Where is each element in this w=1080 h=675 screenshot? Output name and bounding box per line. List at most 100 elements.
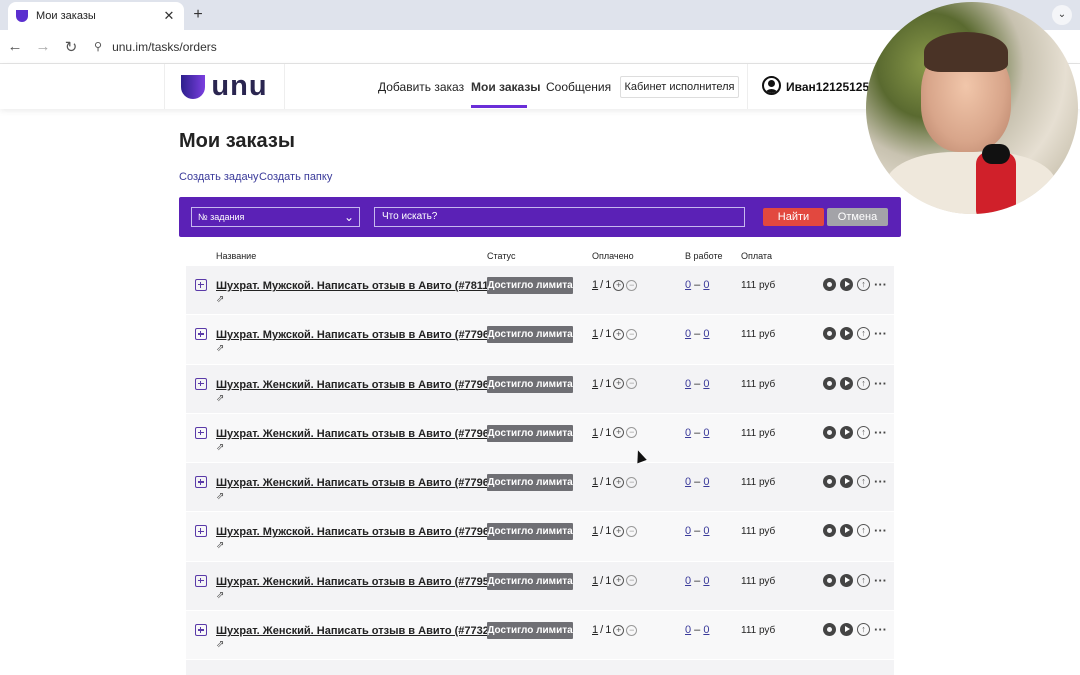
add-limit-icon[interactable]: + [613, 427, 625, 439]
settings-gear-icon[interactable] [823, 623, 836, 637]
in-work-start-link[interactable]: 0 [685, 378, 691, 390]
user-name[interactable]: Иван121251251 [786, 80, 876, 94]
add-limit-icon[interactable]: + [613, 575, 625, 587]
close-tab-icon[interactable]: ✕ [162, 8, 176, 24]
reduce-limit-icon[interactable]: − [626, 328, 638, 340]
play-icon[interactable] [840, 524, 853, 538]
order-name-link[interactable]: Шухрат. Мужской. Написать отзыв в Авито … [216, 329, 505, 341]
find-button[interactable]: Найти [763, 208, 824, 226]
in-work-end-link[interactable]: 0 [703, 525, 709, 537]
raise-up-icon[interactable]: ↑ [857, 278, 870, 291]
play-icon[interactable] [840, 623, 853, 637]
share-icon[interactable]: ⇗ [216, 393, 224, 404]
share-icon[interactable]: ⇗ [216, 491, 224, 502]
in-work-start-link[interactable]: 0 [685, 279, 691, 291]
paid-done-link[interactable]: 1 [592, 279, 598, 291]
more-options-icon[interactable]: ··· [874, 426, 888, 439]
user-avatar-icon[interactable] [762, 76, 781, 95]
paid-done-link[interactable]: 1 [592, 476, 598, 488]
expand-row-icon[interactable] [195, 426, 207, 439]
expand-row-icon[interactable] [195, 328, 207, 341]
raise-up-icon[interactable]: ↑ [857, 425, 870, 439]
play-icon[interactable] [840, 327, 853, 341]
nav-my-orders[interactable]: Мои заказы [471, 80, 541, 94]
more-options-icon[interactable]: ··· [874, 327, 888, 340]
settings-gear-icon[interactable] [823, 573, 836, 587]
order-name-link[interactable]: Шухрат. Мужской. Написать отзыв в Авито … [216, 526, 505, 538]
nav-add-order[interactable]: Добавить заказ [378, 80, 464, 94]
share-icon[interactable]: ⇗ [216, 294, 224, 305]
settings-gear-icon[interactable] [823, 278, 836, 291]
order-name-link[interactable]: Шухрат. Женский. Написать отзыв в Авито … [216, 477, 505, 489]
share-icon[interactable]: ⇗ [216, 590, 224, 601]
paid-done-link[interactable]: 1 [592, 378, 598, 390]
share-icon[interactable]: ⇗ [216, 540, 224, 551]
expand-row-icon[interactable] [195, 525, 207, 538]
settings-gear-icon[interactable] [823, 327, 836, 341]
order-name-link[interactable]: Шухрат. Женский. Написать отзыв в Авито … [216, 576, 505, 588]
reload-icon[interactable]: ↻ [58, 38, 84, 56]
play-icon[interactable] [840, 376, 853, 390]
forward-arrow-icon[interactable]: → [30, 38, 56, 55]
order-name-link[interactable]: Шухрат. Женский. Написать отзыв в Авито … [216, 625, 505, 637]
expand-row-icon[interactable] [195, 377, 207, 390]
order-name-link[interactable]: Шухрат. Женский. Написать отзыв в Авито … [216, 428, 505, 440]
in-work-start-link[interactable]: 0 [685, 525, 691, 537]
play-icon[interactable] [840, 475, 853, 489]
paid-done-link[interactable]: 1 [592, 525, 598, 537]
raise-up-icon[interactable]: ↑ [857, 376, 870, 390]
in-work-start-link[interactable]: 0 [685, 575, 691, 587]
paid-done-link[interactable]: 1 [592, 624, 598, 636]
paid-done-link[interactable]: 1 [592, 328, 598, 340]
more-options-icon[interactable]: ··· [874, 278, 888, 291]
add-limit-icon[interactable]: + [613, 525, 625, 537]
raise-up-icon[interactable]: ↑ [857, 327, 870, 341]
create-folder-link[interactable]: Создать папку [259, 171, 332, 183]
expand-row-icon[interactable] [195, 624, 207, 637]
add-limit-icon[interactable]: + [613, 328, 625, 340]
settings-gear-icon[interactable] [823, 376, 836, 390]
in-work-end-link[interactable]: 0 [703, 279, 709, 291]
more-options-icon[interactable]: ··· [874, 574, 888, 587]
more-options-icon[interactable]: ··· [874, 377, 888, 390]
play-icon[interactable] [840, 278, 853, 291]
raise-up-icon[interactable]: ↑ [857, 573, 870, 587]
raise-up-icon[interactable]: ↑ [857, 475, 870, 489]
play-icon[interactable] [840, 425, 853, 439]
in-work-end-link[interactable]: 0 [703, 328, 709, 340]
in-work-start-link[interactable]: 0 [685, 476, 691, 488]
executor-cabinet-button[interactable]: Кабинет исполнителя [620, 76, 739, 98]
tab-search-chevron-icon[interactable]: ⌄ [1052, 5, 1072, 25]
settings-gear-icon[interactable] [823, 524, 836, 538]
in-work-end-link[interactable]: 0 [703, 575, 709, 587]
reduce-limit-icon[interactable]: − [626, 279, 638, 291]
raise-up-icon[interactable]: ↑ [857, 524, 870, 538]
expand-row-icon[interactable] [195, 574, 207, 587]
create-task-link[interactable]: Создать задачу [179, 171, 259, 183]
paid-done-link[interactable]: 1 [592, 575, 598, 587]
settings-gear-icon[interactable] [823, 475, 836, 489]
reduce-limit-icon[interactable]: − [626, 525, 638, 537]
in-work-end-link[interactable]: 0 [703, 427, 709, 439]
browser-tab[interactable]: Мои заказы ✕ [8, 2, 184, 30]
in-work-end-link[interactable]: 0 [703, 378, 709, 390]
nav-messages[interactable]: Сообщения [546, 80, 611, 94]
settings-gear-icon[interactable] [823, 425, 836, 439]
order-name-link[interactable]: Шухрат. Мужской. Написать отзыв в Авито … [216, 280, 504, 292]
share-icon[interactable]: ⇗ [216, 639, 224, 650]
order-name-link[interactable]: Шухрат. Женский. Написать отзыв в Авито … [216, 379, 505, 391]
more-options-icon[interactable]: ··· [874, 475, 888, 488]
more-options-icon[interactable]: ··· [874, 623, 888, 636]
add-limit-icon[interactable]: + [613, 279, 625, 291]
back-arrow-icon[interactable]: ← [2, 38, 28, 55]
play-icon[interactable] [840, 573, 853, 587]
expand-row-icon[interactable] [195, 476, 207, 489]
reduce-limit-icon[interactable]: − [626, 378, 638, 390]
in-work-start-link[interactable]: 0 [685, 427, 691, 439]
add-limit-icon[interactable]: + [613, 624, 625, 636]
search-input[interactable]: Что искать? [374, 207, 745, 227]
in-work-start-link[interactable]: 0 [685, 624, 691, 636]
logo[interactable]: unu [164, 64, 285, 109]
share-icon[interactable]: ⇗ [216, 442, 224, 453]
more-options-icon[interactable]: ··· [874, 524, 888, 537]
